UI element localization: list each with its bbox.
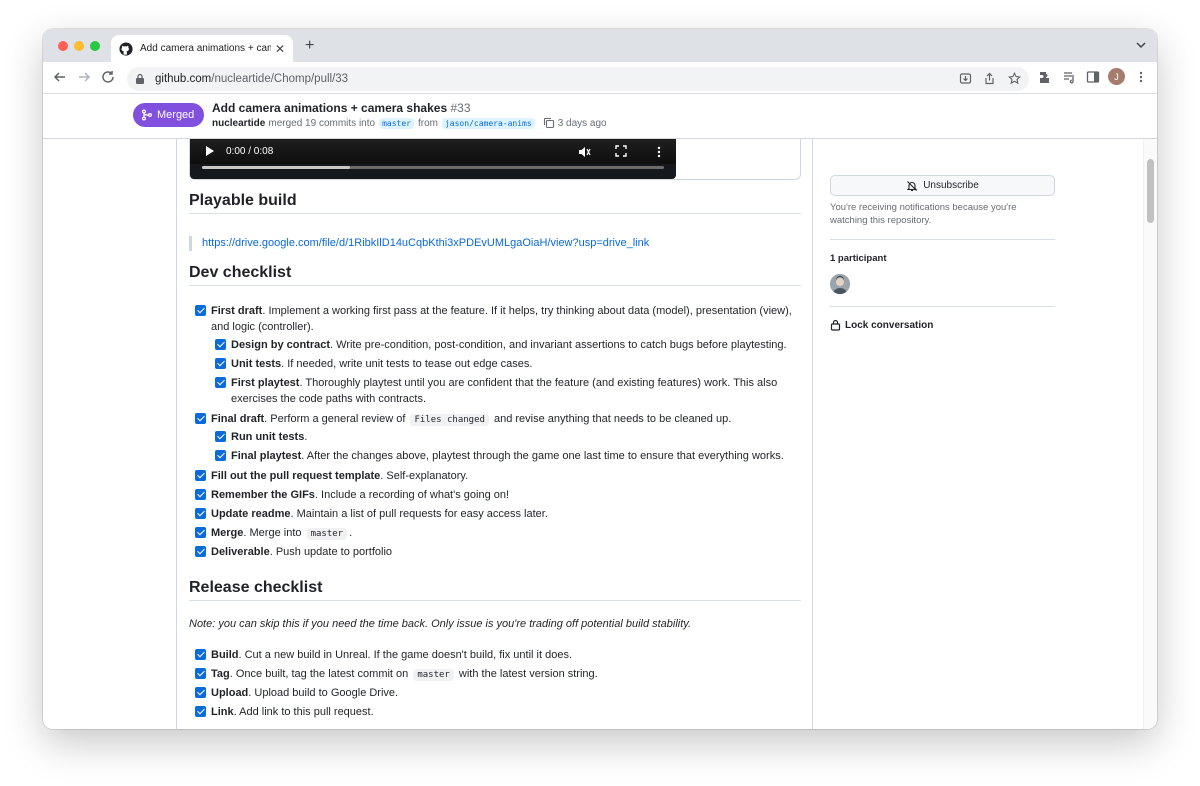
media-control-icon[interactable]	[1062, 70, 1076, 84]
heading-playable-build: Playable build	[189, 193, 801, 214]
task-deliverable: Deliverable. Push update to portfolio	[195, 544, 392, 560]
checkbox[interactable]	[195, 546, 206, 557]
checkbox[interactable]	[195, 508, 206, 519]
release-note: Note: you can skip this if you need the …	[189, 618, 692, 630]
extensions-icon[interactable]	[1038, 70, 1052, 84]
checkbox[interactable]	[215, 339, 226, 350]
base-branch[interactable]: master	[379, 117, 414, 129]
task-link: Link. Add link to this pull request.	[195, 704, 374, 720]
bookmark-star-icon[interactable]	[1008, 72, 1021, 85]
lock-icon[interactable]	[134, 73, 146, 85]
checkbox[interactable]	[215, 431, 226, 442]
heading-dev-checklist: Dev checklist	[189, 265, 801, 286]
notification-reason: You're receiving notifications because y…	[830, 202, 1017, 226]
install-icon[interactable]	[959, 72, 972, 85]
task-gifs: Remember the GIFs. Include a recording o…	[195, 487, 509, 503]
new-tab-icon[interactable]: +	[305, 37, 314, 55]
address-bar[interactable]: github.com/nucleartide/Chomp/pull/33	[127, 67, 1029, 91]
github-icon	[119, 41, 133, 56]
checkbox[interactable]	[195, 687, 206, 698]
browser-window: Add camera animations + camera shakes by…	[43, 29, 1157, 729]
task-run-unit-tests: Run unit tests.	[215, 429, 307, 445]
play-icon[interactable]	[206, 146, 214, 156]
profile-avatar[interactable]: J	[1108, 68, 1125, 85]
side-panel-icon[interactable]	[1086, 70, 1100, 84]
video-progress-fill	[202, 166, 350, 169]
minimize-window-button[interactable]	[74, 41, 84, 51]
checkbox[interactable]	[215, 450, 226, 461]
time-ago: 3 days ago	[557, 117, 607, 129]
blockquote: https://drive.google.com/file/d/1RibkIlD…	[189, 236, 649, 251]
task-build: Build. Cut a new build in Unreal. If the…	[195, 647, 572, 663]
lock-conversation-button[interactable]: Lock conversation	[830, 319, 933, 331]
heading-release-checklist: Release checklist	[189, 580, 801, 601]
task-first-draft: First draft. Implement a working first p…	[195, 303, 801, 335]
task-update-readme: Update readme. Maintain a list of pull r…	[195, 506, 548, 522]
task-merge: Merge. Merge into master.	[195, 525, 352, 542]
checkbox[interactable]	[215, 377, 226, 388]
close-tab-icon[interactable]: ✕	[275, 42, 285, 56]
tab-title: Add camera animations + camera shakes by…	[140, 43, 271, 54]
sidebar-divider	[830, 239, 1055, 240]
participants-label: 1 participant	[830, 253, 887, 264]
head-branch[interactable]: jason/camera-anims	[441, 117, 535, 129]
browser-toolbar: github.com/nucleartide/Chomp/pull/33 J	[43, 62, 1157, 94]
checkbox[interactable]	[195, 305, 206, 316]
unsubscribe-button[interactable]: Unsubscribe	[830, 175, 1055, 196]
task-design-by-contract: Design by contract. Write pre-condition,…	[215, 337, 787, 353]
video-time: 0:00 / 0:08	[226, 146, 274, 157]
url-text: github.com/nucleartide/Chomp/pull/33	[155, 73, 349, 85]
back-icon[interactable]	[52, 69, 68, 85]
checkbox[interactable]	[195, 668, 206, 679]
browser-tab[interactable]: Add camera animations + camera shakes by…	[111, 35, 293, 62]
sticky-pr-header: Merged Add camera animations + camera sh…	[43, 94, 1157, 139]
task-unit-tests: Unit tests. If needed, write unit tests …	[215, 356, 532, 372]
copy-icon[interactable]	[543, 117, 555, 129]
checkbox[interactable]	[195, 413, 206, 424]
share-icon[interactable]	[983, 72, 996, 85]
task-final-draft: Final draft. Perform a general review of…	[195, 411, 731, 428]
task-fill-template: Fill out the pull request template. Self…	[195, 468, 468, 484]
checkbox[interactable]	[215, 358, 226, 369]
task-tag: Tag. Once built, tag the latest commit o…	[195, 666, 598, 683]
scrollbar-track[interactable]	[1143, 94, 1157, 729]
scrollbar-thumb[interactable]	[1147, 159, 1154, 223]
kebab-menu-icon[interactable]	[1134, 70, 1148, 84]
close-window-button[interactable]	[58, 41, 68, 51]
zoom-window-button[interactable]	[90, 41, 100, 51]
chevron-down-icon[interactable]	[1135, 39, 1147, 51]
checkbox[interactable]	[195, 706, 206, 717]
github-page: 0:00 / 0:08 Playable build https://drive…	[43, 94, 1157, 729]
checkbox[interactable]	[195, 649, 206, 660]
reload-icon[interactable]	[100, 69, 116, 85]
lock-icon	[830, 319, 841, 331]
bell-slash-icon	[906, 180, 918, 191]
checkbox[interactable]	[195, 470, 206, 481]
more-options-icon[interactable]	[654, 145, 664, 159]
pr-meta: nucleartide merged 19 commits into maste…	[212, 117, 607, 129]
checkbox[interactable]	[195, 527, 206, 538]
task-first-playtest: First playtest. Thoroughly playtest unti…	[215, 375, 801, 407]
merged-state-badge: Merged	[133, 103, 205, 127]
participant-avatar[interactable]	[830, 274, 850, 294]
fullscreen-icon[interactable]	[615, 145, 627, 157]
video-progress-bar[interactable]	[202, 166, 664, 169]
forward-icon[interactable]	[76, 69, 92, 85]
author-link[interactable]: nucleartide	[212, 118, 265, 129]
pr-title: Add camera animations + camera shakes #3…	[212, 101, 471, 115]
tab-strip: Add camera animations + camera shakes by…	[43, 29, 1157, 62]
pr-sidebar: Unsubscribe You're receiving notificatio…	[830, 94, 1056, 729]
checkbox[interactable]	[195, 489, 206, 500]
pr-description: 0:00 / 0:08 Playable build https://drive…	[176, 94, 813, 729]
task-upload: Upload. Upload build to Google Drive.	[195, 685, 398, 701]
sidebar-divider	[830, 306, 1055, 307]
pr-number: #33	[450, 101, 471, 115]
playable-build-link[interactable]: https://drive.google.com/file/d/1RibkIlD…	[202, 237, 649, 249]
merge-icon	[142, 109, 152, 121]
task-final-playtest: Final playtest. After the changes above,…	[215, 448, 784, 464]
mute-icon[interactable]	[577, 145, 591, 159]
